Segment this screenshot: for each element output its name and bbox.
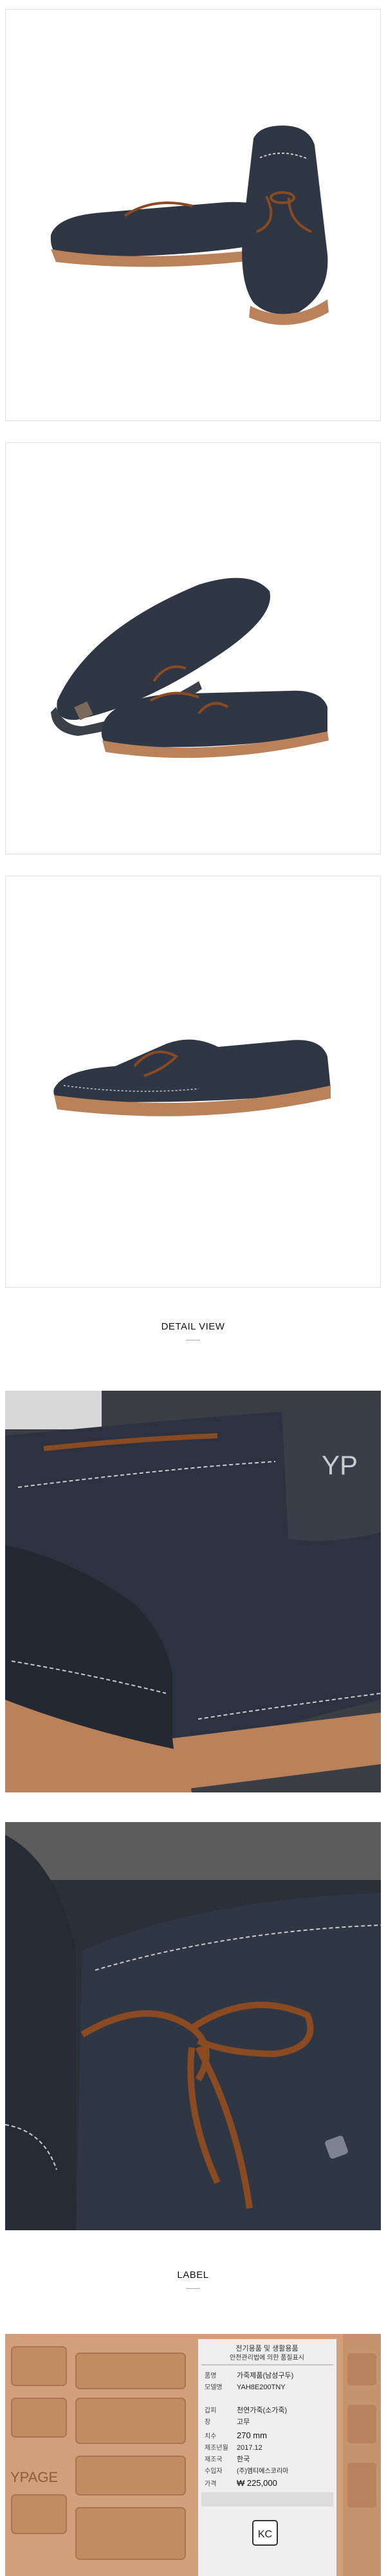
detail-photo-sole-label: YPAGE 전기용품 및 생활용품 안전관리법에 의한 품질표시 품명 가죽제품…: [5, 2334, 381, 2576]
label-value-country: 한국: [237, 2455, 250, 2463]
label-value-upper: 천연가죽(소가죽): [237, 2405, 287, 2414]
loafer-pair-illustration: [51, 578, 329, 758]
label-key-date: 제조년월: [205, 2444, 228, 2452]
product-photo-pair-angle: [5, 9, 381, 421]
detail-photo-heel-logo: YP: [5, 1391, 381, 1792]
detail-view-title: DETAIL VIEW: [161, 1321, 225, 1332]
product-photo-pair-top: [5, 442, 381, 854]
lace-closeup-illustration: [5, 1822, 381, 2230]
label-value-name: 가죽제품(남성구두): [237, 2371, 293, 2380]
label-value-model: YAH8E200TNY: [237, 2383, 286, 2391]
loafer-pair-illustration: [50, 126, 329, 325]
detail-photo-lace-bow: [5, 1822, 381, 2230]
label-key-size: 치수: [205, 2432, 216, 2440]
label-key-price: 가격: [205, 2479, 216, 2488]
detail-view-heading: DETAIL VIEW: [0, 1321, 386, 1340]
label-heading-line2: 안전관리법에 의한 품질표시: [230, 2354, 304, 2362]
product-info-label: 전기용품 및 생활용품 안전관리법에 의한 품질표시 품명 가죽제품(남성구두)…: [198, 2339, 336, 2576]
label-key-importer: 수입자: [205, 2467, 223, 2475]
heading-divider: [186, 2288, 200, 2289]
product-photo-single-side: [5, 876, 381, 1288]
label-key-model: 모델명: [205, 2383, 223, 2391]
label-value-date: 2017.12: [237, 2444, 262, 2452]
heel-closeup-illustration: YP: [5, 1391, 381, 1792]
label-key-name: 품명: [205, 2372, 216, 2380]
label-heading: LABEL: [0, 2270, 386, 2289]
label-value-price: ₩ 225,000: [237, 2478, 277, 2488]
kc-certification-mark: KC: [258, 2529, 272, 2540]
label-key-sole: 창: [205, 2418, 210, 2426]
label-value-size: 270 mm: [237, 2430, 267, 2440]
label-value-sole: 고무: [237, 2418, 250, 2426]
label-value-importer: (주)엠티에스코리아: [237, 2467, 288, 2475]
loafer-side-illustration: [53, 1039, 331, 1116]
sole-brand-logo: YPAGE: [10, 2469, 58, 2485]
sole-and-label-illustration: YPAGE 전기용품 및 생활용품 안전관리법에 의한 품질표시 품명 가죽제품…: [5, 2334, 381, 2576]
label-key-country: 제조국: [205, 2456, 223, 2463]
label-title: LABEL: [177, 2270, 209, 2280]
label-heading-line1: 전기용품 및 생활용품: [235, 2344, 298, 2353]
brand-emboss-logo: YP: [322, 1450, 358, 1480]
label-key-upper: 갑피: [205, 2407, 216, 2414]
